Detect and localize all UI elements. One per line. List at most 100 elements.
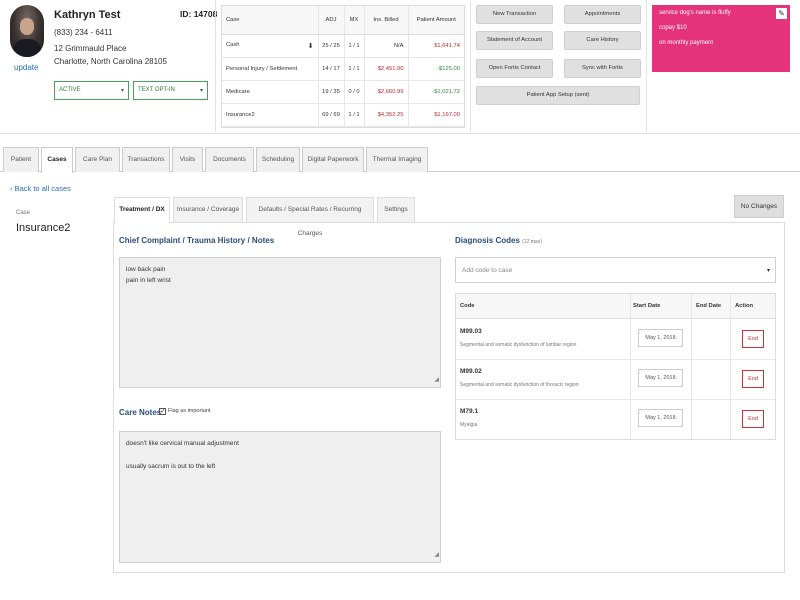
patient-id: ID: 14708 bbox=[180, 9, 218, 19]
case-cell: Personal Injury / Settlement bbox=[222, 57, 318, 81]
mx-cell: 1 / 1 bbox=[343, 57, 364, 81]
text-opt-in-select[interactable]: TEXT OPT-IN ▾ bbox=[133, 81, 208, 100]
statement-of-account-button[interactable]: Statement of Account bbox=[476, 31, 553, 50]
tab-thermal-imaging[interactable]: Thermal Imaging bbox=[366, 147, 428, 172]
subtab-treatment-dx[interactable]: Treatment / DX bbox=[114, 197, 170, 224]
dx-code: M79.1 bbox=[460, 408, 479, 415]
checkbox-checked-icon[interactable]: ✓ bbox=[159, 408, 166, 415]
dx-table-header: Code Start Date End Date Action bbox=[456, 294, 775, 319]
alert-line: on monthly payment bbox=[659, 40, 714, 46]
start-date-field[interactable]: May 1, 2018 bbox=[638, 409, 683, 427]
column-header-mx: MX bbox=[343, 6, 364, 35]
alert-line: service dog's name is fluffy bbox=[659, 10, 731, 16]
status-select[interactable]: ACTIVE ▾ bbox=[54, 81, 129, 100]
divider bbox=[646, 0, 647, 134]
table-row: M79.1 Myalgia May 1, 2018 End bbox=[456, 400, 775, 440]
diagnosis-codes-table: Code Start Date End Date Action M99.03 S… bbox=[455, 293, 776, 440]
dx-code: M99.03 bbox=[460, 328, 482, 335]
patient-app-setup-button[interactable]: Patient App Setup (sent) bbox=[476, 86, 640, 105]
no-changes-button[interactable]: No Changes bbox=[734, 195, 784, 218]
resize-handle-icon[interactable]: ◢ bbox=[434, 375, 439, 386]
end-button[interactable]: End bbox=[742, 330, 764, 348]
tab-digital-paperwork[interactable]: Digital Paperwork bbox=[302, 147, 364, 172]
tab-transactions[interactable]: Transactions bbox=[122, 147, 170, 172]
textarea-line: doesn't like cervical manual adjustment bbox=[126, 440, 239, 447]
subtab-defaults-special-rates[interactable]: Defaults / Special Rates / Recurring Cha… bbox=[246, 197, 374, 237]
case-label: Case bbox=[16, 210, 31, 216]
table-row[interactable]: Personal Injury / Settlement 14 / 17 1 /… bbox=[222, 57, 464, 81]
case-cell: Cash ⬇ bbox=[222, 34, 318, 58]
tab-care-plan[interactable]: Care Plan bbox=[75, 147, 120, 172]
case-summary-table: Case ADJ MX Ins. Billed Patient Amount C… bbox=[221, 5, 465, 128]
appointments-button[interactable]: Appointments bbox=[564, 5, 641, 24]
divider bbox=[470, 0, 471, 134]
subtab-insurance-coverage[interactable]: Insurance / Coverage bbox=[173, 197, 243, 223]
amount-cell: -$1,021.72 bbox=[407, 80, 464, 104]
tab-visits[interactable]: Visits bbox=[172, 147, 203, 172]
patient-address-line2: Charlotte, North Carolina 28105 bbox=[54, 57, 167, 66]
table-row: M99.02 Segmental and somatic dysfunction… bbox=[456, 360, 775, 400]
end-button[interactable]: End bbox=[742, 410, 764, 428]
text-opt-in-value: TEXT OPT-IN bbox=[138, 87, 175, 93]
update-link[interactable]: update bbox=[14, 63, 38, 72]
column-header-start-date: Start Date bbox=[633, 303, 661, 309]
chief-complaint-textarea[interactable]: low back pain pain in left wrist ◢ bbox=[119, 257, 441, 388]
main-tabs: Patient Cases Care Plan Transactions Vis… bbox=[0, 147, 800, 173]
billed-cell: $4,352.25 bbox=[363, 103, 408, 127]
amount-cell: $1,167.00 bbox=[407, 103, 464, 127]
adj-cell: 19 / 35 bbox=[317, 80, 344, 104]
chevron-down-icon: ▾ bbox=[199, 88, 203, 94]
care-history-button[interactable]: Care History bbox=[564, 31, 641, 50]
patient-phone: (833) 234 - 6411 bbox=[54, 28, 113, 37]
alert-line: copay $10 bbox=[659, 25, 687, 31]
table-row[interactable]: Medicare 19 / 35 0 / 0 $2,660.99 -$1,021… bbox=[222, 80, 464, 104]
chevron-down-icon: ▾ bbox=[766, 268, 770, 274]
column-header-code: Code bbox=[460, 303, 475, 309]
start-date-field[interactable]: May 1, 2018 bbox=[638, 369, 683, 387]
open-fortis-contact-button[interactable]: Open Fortis Contact bbox=[476, 59, 553, 78]
column-header-adj: ADJ bbox=[317, 6, 344, 35]
textarea-line: low back pain bbox=[126, 266, 166, 273]
diagnosis-codes-title: Diagnosis Codes (12 max) bbox=[455, 236, 542, 245]
column-header-end-date: End Date bbox=[696, 303, 722, 309]
mx-cell: 1 / 1 bbox=[343, 103, 364, 127]
case-cell: Insurance2 bbox=[222, 103, 318, 127]
billed-cell: $2,451.00 bbox=[363, 57, 408, 81]
subtab-settings[interactable]: Settings bbox=[377, 197, 415, 223]
dx-description: Segmental and somatic dysfunction of lum… bbox=[460, 342, 577, 348]
avatar-face bbox=[20, 18, 34, 35]
tab-documents[interactable]: Documents bbox=[205, 147, 254, 172]
chief-complaint-title: Chief Complaint / Trauma History / Notes bbox=[119, 236, 275, 245]
avatar[interactable] bbox=[10, 5, 44, 57]
adj-cell: 25 / 25 bbox=[317, 34, 344, 58]
divider bbox=[215, 0, 216, 134]
column-header-patient-amount: Patient Amount bbox=[407, 6, 464, 35]
care-notes-title: Care Notes bbox=[119, 408, 162, 417]
download-icon[interactable]: ⬇ bbox=[308, 42, 318, 50]
tab-patient[interactable]: Patient bbox=[3, 147, 39, 172]
flag-important-checkbox[interactable]: ✓ Flag as important bbox=[159, 408, 211, 415]
pencil-icon[interactable]: ✎ bbox=[776, 8, 787, 19]
table-row[interactable]: Insurance2 69 / 69 1 / 1 $4,352.25 $1,16… bbox=[222, 103, 464, 127]
case-cell: Medicare bbox=[222, 80, 318, 104]
resize-handle-icon[interactable]: ◢ bbox=[434, 550, 439, 561]
tab-scheduling[interactable]: Scheduling bbox=[256, 147, 300, 172]
new-transaction-button[interactable]: New Transaction bbox=[476, 5, 553, 24]
adj-cell: 69 / 69 bbox=[317, 103, 344, 127]
end-button[interactable]: End bbox=[742, 370, 764, 388]
back-to-all-cases-link[interactable]: ‹ Back to all cases bbox=[10, 184, 71, 193]
table-row[interactable]: Cash ⬇ 25 / 25 1 / 1 N/A $1,641.74 bbox=[222, 34, 464, 58]
amount-cell: $1,641.74 bbox=[407, 34, 464, 58]
tab-cases[interactable]: Cases bbox=[41, 147, 73, 173]
patient-name: Kathryn Test bbox=[54, 9, 121, 21]
adj-cell: 14 / 17 bbox=[317, 57, 344, 81]
textarea-line: pain in left wrist bbox=[126, 277, 171, 284]
sync-with-fortis-button[interactable]: Sync with Fortis bbox=[564, 59, 641, 78]
start-date-field[interactable]: May 1, 2018 bbox=[638, 329, 683, 347]
add-code-placeholder: Add code to case bbox=[462, 267, 513, 274]
patient-alert-note[interactable]: service dog's name is fluffy copay $10 o… bbox=[652, 5, 790, 72]
care-notes-textarea[interactable]: doesn't like cervical manual adjustment … bbox=[119, 431, 441, 563]
table-row: M99.03 Segmental and somatic dysfunction… bbox=[456, 320, 775, 360]
add-code-select[interactable]: Add code to case ▾ bbox=[455, 257, 776, 283]
column-header-case: Case bbox=[222, 6, 318, 35]
